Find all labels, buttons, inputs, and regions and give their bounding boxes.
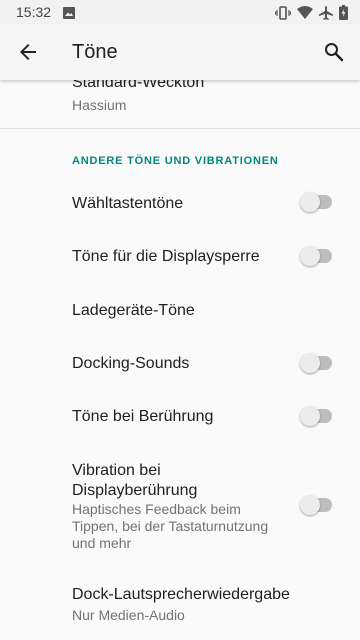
setting-title: Ladegeräte-Töne: [72, 302, 195, 319]
setting-dock-speaker[interactable]: Dock-Lautsprecherwiedergabe Nur Medien-A…: [0, 575, 360, 635]
status-time: 15:32: [16, 4, 52, 20]
setting-title: Standard-Weckton: [72, 80, 205, 91]
touch-sounds-toggle[interactable]: [300, 406, 334, 426]
settings-list[interactable]: Standard-Weckton Hassium ANDERE TÖNE UND…: [0, 80, 360, 640]
setting-touch-sounds[interactable]: Töne bei Berührung: [0, 391, 360, 441]
setting-standard-alarm[interactable]: Standard-Weckton Hassium: [0, 80, 360, 120]
setting-docking-sounds[interactable]: Docking-Sounds: [0, 338, 360, 388]
setting-title: Vibration bei Displayberührung: [72, 462, 198, 499]
setting-touch-vibration[interactable]: Vibration bei Displayberührung Haptische…: [0, 450, 360, 560]
setting-title: Töne für die Displaysperre: [72, 248, 260, 265]
airplane-icon: [319, 5, 333, 25]
status-bar: 15:32: [0, 0, 360, 24]
setting-summary: Haptisches Feedback beim Tippen, bei der…: [72, 501, 269, 551]
docking-sounds-toggle[interactable]: [300, 353, 334, 373]
wifi-icon: [297, 6, 313, 24]
battery-icon: [339, 5, 348, 25]
back-arrow-icon[interactable]: [16, 40, 40, 64]
vibrate-icon: [274, 5, 292, 25]
category-header: ANDERE TÖNE UND VIBRATIONEN: [72, 155, 279, 167]
dialpad-tones-toggle[interactable]: [300, 192, 334, 212]
setting-screen-lock-sounds[interactable]: Töne für die Displaysperre: [0, 231, 360, 281]
photo-icon: [63, 6, 75, 24]
touch-vibration-toggle[interactable]: [300, 495, 334, 515]
setting-summary: Nur Medien-Audio: [72, 607, 185, 623]
app-bar: Töne: [0, 24, 360, 80]
divider: [0, 128, 360, 129]
search-icon[interactable]: [322, 40, 346, 64]
screen-lock-sounds-toggle[interactable]: [300, 246, 334, 266]
page-title: Töne: [72, 41, 118, 63]
setting-dialpad-tones[interactable]: Wähltastentöne: [0, 178, 360, 228]
setting-title: Docking-Sounds: [72, 355, 190, 372]
setting-charging-sounds[interactable]: Ladegeräte-Töne: [0, 284, 360, 334]
setting-summary: Hassium: [72, 97, 127, 113]
setting-title: Wähltastentöne: [72, 195, 184, 212]
setting-title: Dock-Lautsprecherwiedergabe: [72, 586, 290, 603]
setting-title: Töne bei Berührung: [72, 408, 214, 425]
status-icons: [274, 5, 348, 25]
